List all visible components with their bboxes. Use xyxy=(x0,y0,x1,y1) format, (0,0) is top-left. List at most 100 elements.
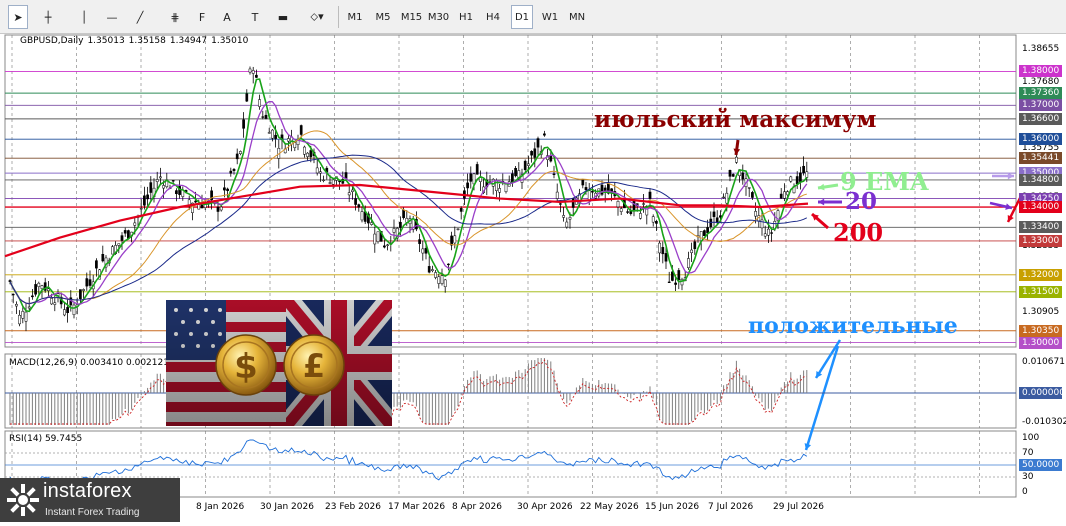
rsi-axis-tick: 100 xyxy=(1022,433,1040,443)
low-value: 1.34947 xyxy=(169,36,208,46)
price-level-label: 1.37360 xyxy=(1019,87,1062,100)
date-axis-label: 22 May 2026 xyxy=(580,502,639,512)
candle-body xyxy=(498,188,501,193)
candle-body xyxy=(53,302,57,305)
candle-body xyxy=(399,222,402,228)
candle-body xyxy=(351,189,354,193)
usd-gbp-flag-image: $ £ xyxy=(166,300,392,426)
candle-body xyxy=(95,260,98,269)
candle-body xyxy=(523,160,527,170)
candle-body xyxy=(18,315,21,325)
channel-tool[interactable]: ⋕ xyxy=(164,5,186,29)
timeframe-m1[interactable]: M1 xyxy=(344,5,366,29)
timeframe-w1[interactable]: W1 xyxy=(539,5,561,29)
horizontal-line-icon: — xyxy=(106,10,118,24)
timeframe-m5[interactable]: M5 xyxy=(372,5,394,29)
timeframe-d1[interactable]: D1 xyxy=(511,5,533,29)
close-value: 1.35010 xyxy=(211,36,249,46)
candle-body xyxy=(261,116,265,118)
rsi-axis-tick: 70 xyxy=(1022,448,1034,458)
timeframe-m15[interactable]: M15 xyxy=(399,5,424,29)
candle-body xyxy=(392,228,396,233)
candle-body xyxy=(133,222,137,226)
candle-body xyxy=(24,311,28,322)
candle-body xyxy=(475,164,479,175)
ma200-annotation: 200 xyxy=(833,218,884,247)
candle-body xyxy=(805,171,809,178)
vertical-line-tool[interactable]: │ xyxy=(76,5,92,29)
vertical-line-icon: │ xyxy=(80,10,88,24)
text-label-tool[interactable]: T xyxy=(245,5,265,29)
price-level-label: 1.30000 xyxy=(1019,336,1062,349)
candle-body xyxy=(175,190,178,195)
candle-body xyxy=(123,230,127,234)
candle-body xyxy=(376,231,380,243)
candle-body xyxy=(306,152,309,157)
candle-body xyxy=(34,284,37,295)
july-high-annotation: июльский максимум xyxy=(594,106,877,133)
instaforex-logo: instaforex Instant Forex Trading xyxy=(0,478,180,522)
text-tool[interactable]: A xyxy=(218,5,236,29)
timeframe-mn[interactable]: MN xyxy=(566,5,588,29)
candle-body xyxy=(632,200,636,211)
candle-body xyxy=(82,289,85,291)
crosshair-tool[interactable]: ┼ xyxy=(38,5,58,29)
price-level-label: 1.31500 xyxy=(1019,285,1062,298)
toolbar-separator xyxy=(338,6,339,28)
candle-body xyxy=(690,249,693,253)
ma20-annotation: 20 xyxy=(845,188,878,215)
candle-body xyxy=(331,179,335,185)
shapes-tool[interactable]: ▬ xyxy=(272,5,294,29)
candle-body xyxy=(63,309,66,316)
candle-body xyxy=(370,222,373,225)
candle-body xyxy=(661,247,665,255)
candle-body xyxy=(245,93,249,102)
candle-body xyxy=(469,173,473,182)
price-level-label: 1.32000 xyxy=(1019,268,1062,281)
candle-body xyxy=(120,235,124,241)
candle-body xyxy=(101,254,105,262)
candle-body xyxy=(543,133,546,136)
candle-body xyxy=(584,187,588,191)
candle-body xyxy=(287,138,290,142)
candle-body xyxy=(267,132,271,134)
candle-body xyxy=(85,278,89,287)
date-axis-label: 8 Jan 2026 xyxy=(196,502,245,512)
cursor-tool[interactable]: ➤ xyxy=(8,5,28,29)
price-axis-tick: 1.38655 xyxy=(1022,44,1060,55)
candle-body xyxy=(66,307,69,314)
candle-body xyxy=(235,153,239,160)
candle-body xyxy=(514,168,517,177)
candle-body xyxy=(162,185,165,189)
price-chart-svg[interactable] xyxy=(0,34,1066,522)
candle-body xyxy=(27,306,31,309)
candle-body xyxy=(722,196,725,199)
candle-body xyxy=(562,215,565,218)
horizontal-line-tool[interactable]: — xyxy=(102,5,122,29)
candle-body xyxy=(536,138,540,148)
candle-body xyxy=(626,211,629,213)
candle-body xyxy=(11,293,15,296)
candle-body xyxy=(600,184,604,195)
candle-body xyxy=(453,235,457,244)
high-value: 1.35158 xyxy=(128,36,166,46)
chart-area[interactable] xyxy=(0,34,1066,522)
positive-annotation: положительные xyxy=(748,313,958,339)
timeframe-h1[interactable]: H1 xyxy=(455,5,477,29)
trendline-tool[interactable]: ╱ xyxy=(130,5,150,29)
arrows-tool[interactable]: ⬦▾ xyxy=(303,5,331,29)
timeframe-h4[interactable]: H4 xyxy=(482,5,504,29)
candle-body xyxy=(754,211,757,217)
candle-body xyxy=(255,74,258,78)
arrows-icon: ⬦▾ xyxy=(310,10,324,23)
candle-body xyxy=(712,211,716,217)
candle-body xyxy=(347,192,351,196)
fibonacci-tool[interactable]: F xyxy=(193,5,211,29)
shapes-icon: ▬ xyxy=(277,10,289,24)
rsi-axis-tick: 50.0000 xyxy=(1019,459,1062,471)
timeframe-m30[interactable]: M30 xyxy=(426,5,451,29)
candle-body xyxy=(251,70,255,74)
candle-body xyxy=(568,217,572,220)
candle-body xyxy=(271,129,274,139)
candle-body xyxy=(383,245,386,248)
